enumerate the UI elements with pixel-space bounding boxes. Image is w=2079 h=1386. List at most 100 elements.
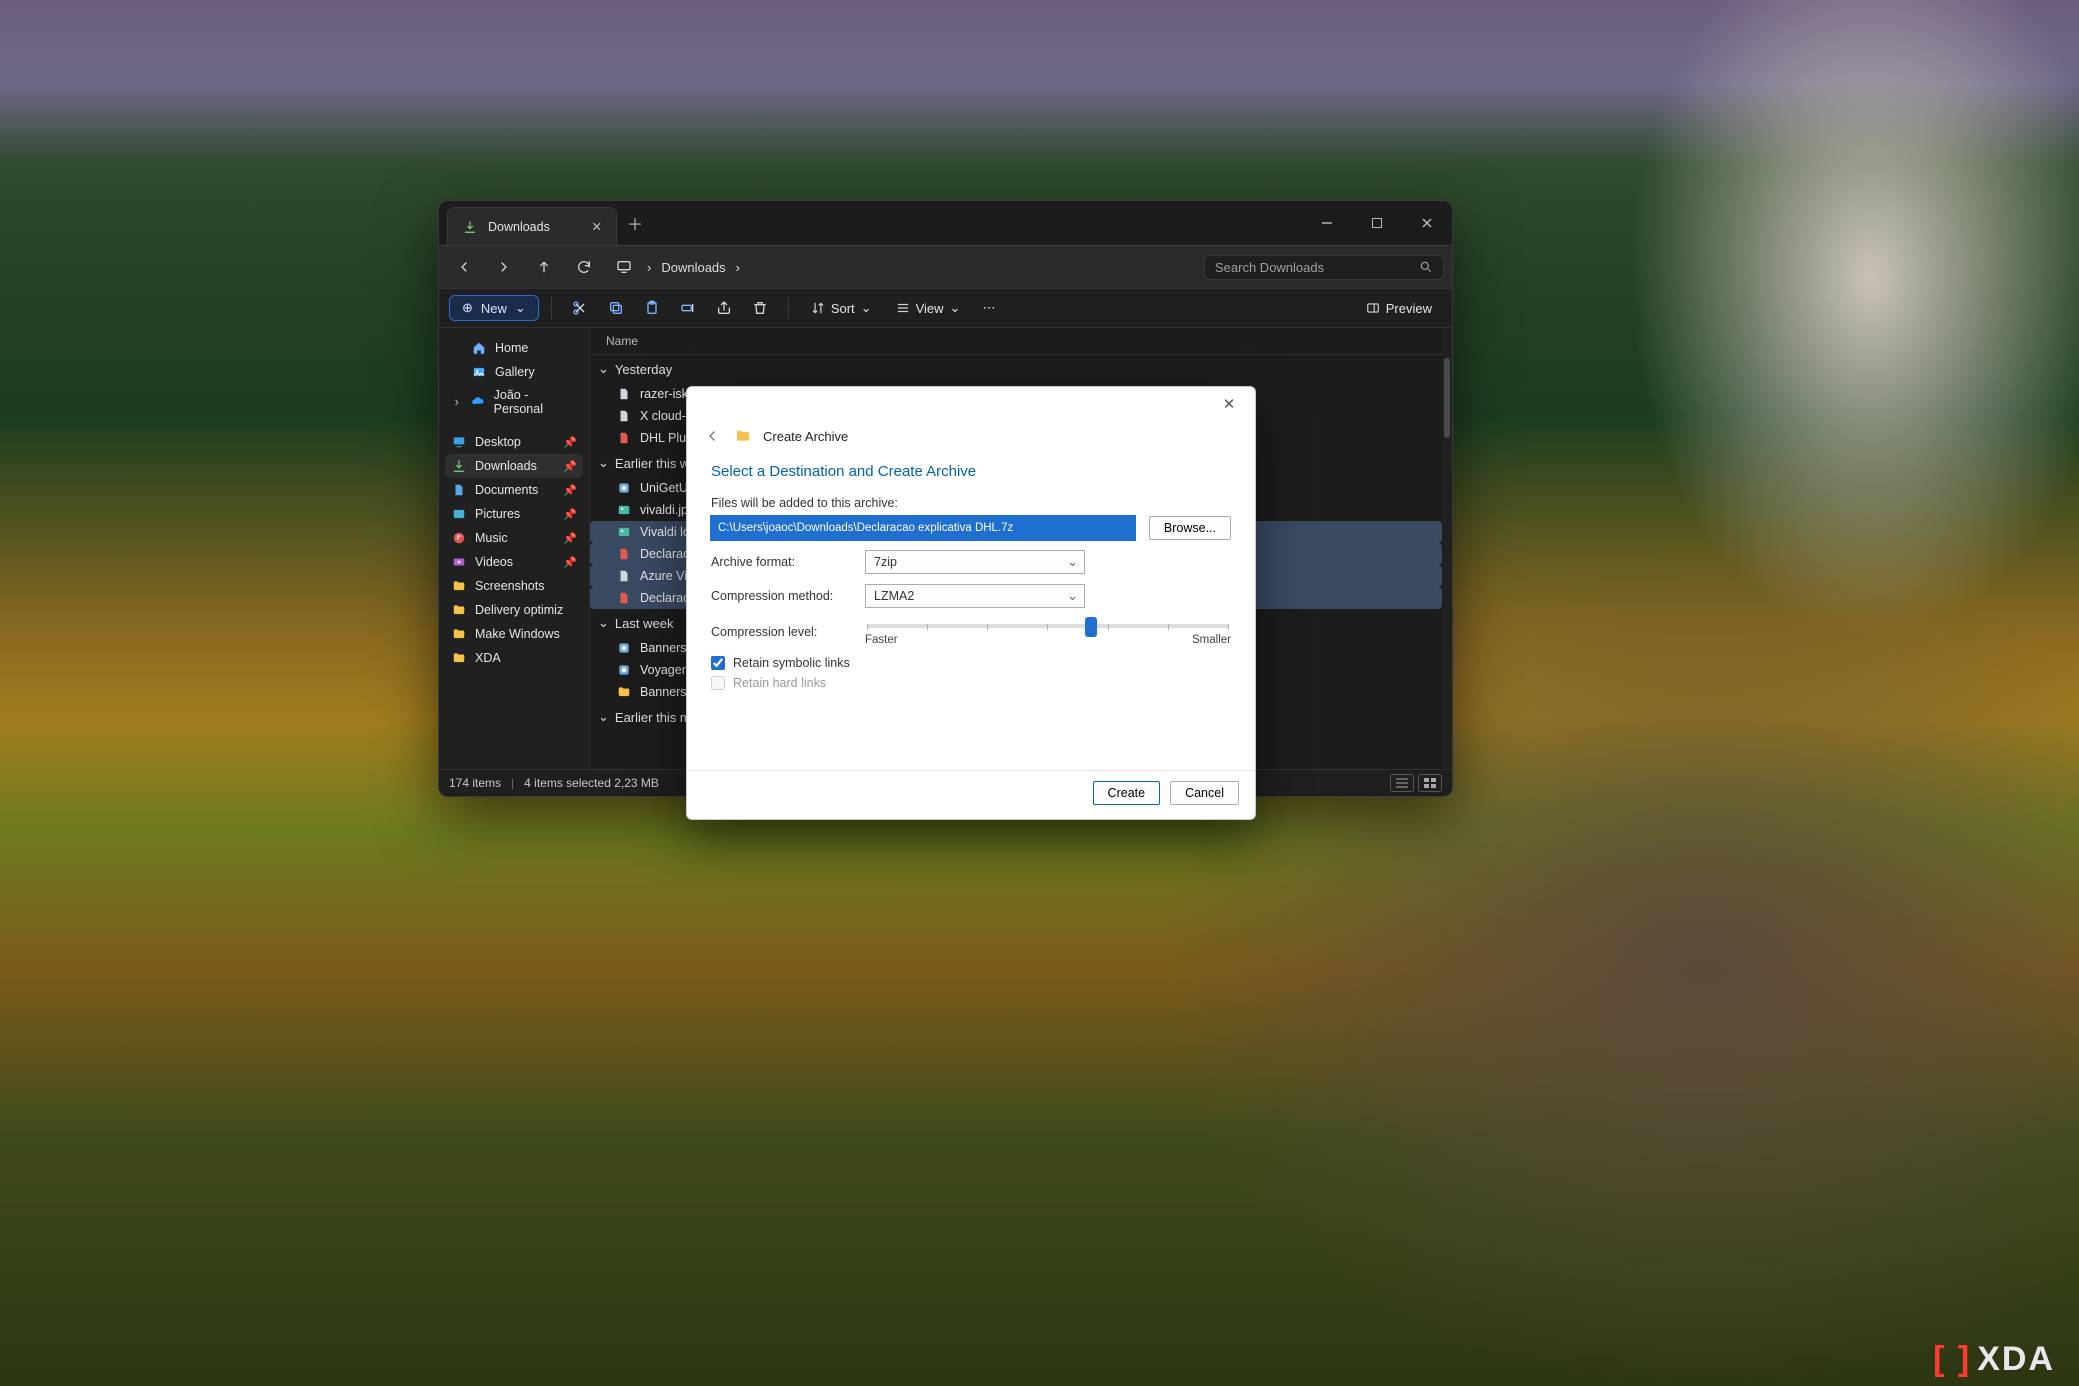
sidebar-item-label: Screenshots	[475, 579, 544, 593]
window-close-button[interactable]	[1402, 201, 1452, 245]
separator	[551, 297, 552, 319]
exe-icon	[616, 480, 632, 496]
dialog-heading: Select a Destination and Create Archive	[687, 457, 1255, 490]
compression-method-select[interactable]: LZMA2	[865, 584, 1085, 608]
preview-button[interactable]: Preview	[1356, 297, 1442, 320]
dialog-titlebar[interactable]: ✕	[687, 387, 1255, 421]
share-button[interactable]	[708, 296, 740, 320]
breadcrumb-segment[interactable]: Downloads	[661, 260, 725, 275]
more-button[interactable]: ⋯	[974, 296, 1003, 320]
videos-icon	[451, 554, 467, 570]
scrollbar[interactable]	[1442, 328, 1452, 769]
archive-format-select[interactable]: 7zip	[865, 550, 1085, 574]
sidebar-item-label: Desktop	[475, 435, 521, 449]
sidebar-item-downloads[interactable]: Downloads 📌	[445, 454, 583, 478]
paste-button[interactable]	[636, 296, 668, 320]
chevron-down-icon: ⌄	[950, 300, 961, 316]
dialog-note: Files will be added to this archive:	[711, 496, 1231, 510]
sidebar-item-label: Downloads	[475, 459, 537, 473]
sidebar-item-music[interactable]: Music📌	[445, 526, 583, 550]
sidebar-item-home[interactable]: Home	[445, 336, 583, 360]
browse-button[interactable]: Browse...	[1149, 516, 1231, 540]
sidebar-item-joão---personal[interactable]: ›João - Personal	[445, 384, 583, 420]
cancel-button[interactable]: Cancel	[1170, 781, 1239, 805]
retain-symbolic-links-checkbox[interactable]: Retain symbolic links	[711, 656, 1231, 670]
new-tab-button[interactable]: ＋	[617, 201, 653, 245]
retain-hard-links-checkbox: Retain hard links	[711, 676, 1231, 690]
breadcrumb[interactable]: › Downloads ›	[647, 260, 1198, 275]
column-header-name[interactable]: Name	[590, 328, 1442, 355]
sidebar-item-xda[interactable]: XDA	[445, 646, 583, 670]
checkbox-label: Retain hard links	[733, 676, 826, 690]
copy-button[interactable]	[600, 296, 632, 320]
window-titlebar[interactable]: Downloads ✕ ＋	[439, 201, 1452, 245]
downloads-icon	[451, 458, 467, 474]
sidebar-item-videos[interactable]: Videos📌	[445, 550, 583, 574]
gallery-icon	[471, 364, 487, 380]
group-title: Last week	[615, 616, 674, 631]
nav-back-button[interactable]	[447, 252, 481, 282]
new-button[interactable]: ⊕ New ⌄	[449, 295, 539, 321]
file-icon	[616, 568, 632, 584]
desktop-icon	[451, 434, 467, 450]
status-selection: 4 items selected 2,23 MB	[524, 776, 659, 790]
pdf-icon	[616, 546, 632, 562]
nav-up-button[interactable]	[527, 252, 561, 282]
thispc-icon[interactable]	[607, 252, 641, 282]
window-maximize-button[interactable]	[1352, 201, 1402, 245]
sidebar-item-label: Make Windows	[475, 627, 560, 641]
sidebar-item-gallery[interactable]: Gallery	[445, 360, 583, 384]
window-minimize-button[interactable]	[1302, 201, 1352, 245]
file-icon	[616, 386, 632, 402]
sidebar-item-pictures[interactable]: Pictures📌	[445, 502, 583, 526]
archive-path-input[interactable]	[711, 516, 1135, 540]
sort-button[interactable]: Sort ⌄	[801, 296, 882, 320]
tab-close-icon[interactable]: ✕	[592, 219, 602, 234]
chevron-down-icon: ⌄	[598, 615, 609, 631]
preview-label: Preview	[1386, 301, 1432, 316]
sidebar-item-documents[interactable]: Documents📌	[445, 478, 583, 502]
dialog-close-button[interactable]: ✕	[1209, 389, 1249, 419]
sidebar-item-desktop[interactable]: Desktop📌	[445, 430, 583, 454]
nav-refresh-button[interactable]	[567, 252, 601, 282]
group-header[interactable]: ⌄Yesterday	[590, 355, 1442, 383]
dialog-back-button[interactable]	[701, 425, 723, 447]
folder-icon	[616, 684, 632, 700]
view-details-toggle[interactable]	[1390, 774, 1414, 792]
sidebar-item-make-windows[interactable]: Make Windows	[445, 622, 583, 646]
chevron-down-icon: ⌄	[598, 455, 609, 471]
pin-icon: 📌	[563, 460, 577, 473]
create-button[interactable]: Create	[1093, 781, 1161, 805]
search-input[interactable]: Search Downloads	[1204, 255, 1444, 280]
exe-icon	[616, 662, 632, 678]
compression-level-slider[interactable]	[867, 624, 1229, 628]
documents-icon	[451, 482, 467, 498]
nav-forward-button[interactable]	[487, 252, 521, 282]
checkbox-icon[interactable]	[711, 656, 725, 670]
delete-button[interactable]	[744, 296, 776, 320]
file-icon	[616, 408, 632, 424]
cut-button[interactable]	[564, 296, 596, 320]
search-placeholder: Search Downloads	[1215, 260, 1324, 275]
sidebar-item-screenshots[interactable]: Screenshots	[445, 574, 583, 598]
sidebar-item-label: Music	[475, 531, 508, 545]
pictures-icon	[451, 506, 467, 522]
chevron-down-icon: ⌄	[598, 709, 609, 725]
scrollbar-thumb[interactable]	[1444, 358, 1450, 438]
sidebar-item-delivery-optimiz[interactable]: Delivery optimiz	[445, 598, 583, 622]
sidebar-item-label: Pictures	[475, 507, 520, 521]
tab-title: Downloads	[488, 220, 550, 234]
rename-button[interactable]	[672, 296, 704, 320]
home-icon	[471, 340, 487, 356]
view-button[interactable]: View ⌄	[886, 296, 971, 320]
separator: |	[511, 776, 514, 790]
label-compression-level: Compression level:	[711, 625, 851, 639]
sort-icon	[811, 301, 825, 315]
image-icon	[616, 502, 632, 518]
watermark-logo: [ ] XDA	[1933, 1342, 2055, 1376]
slider-thumb[interactable]	[1085, 617, 1097, 637]
sidebar-item-label: XDA	[475, 651, 501, 665]
view-thumbnails-toggle[interactable]	[1418, 774, 1442, 792]
tab-downloads[interactable]: Downloads ✕	[447, 207, 617, 245]
group-title: Yesterday	[615, 362, 672, 377]
